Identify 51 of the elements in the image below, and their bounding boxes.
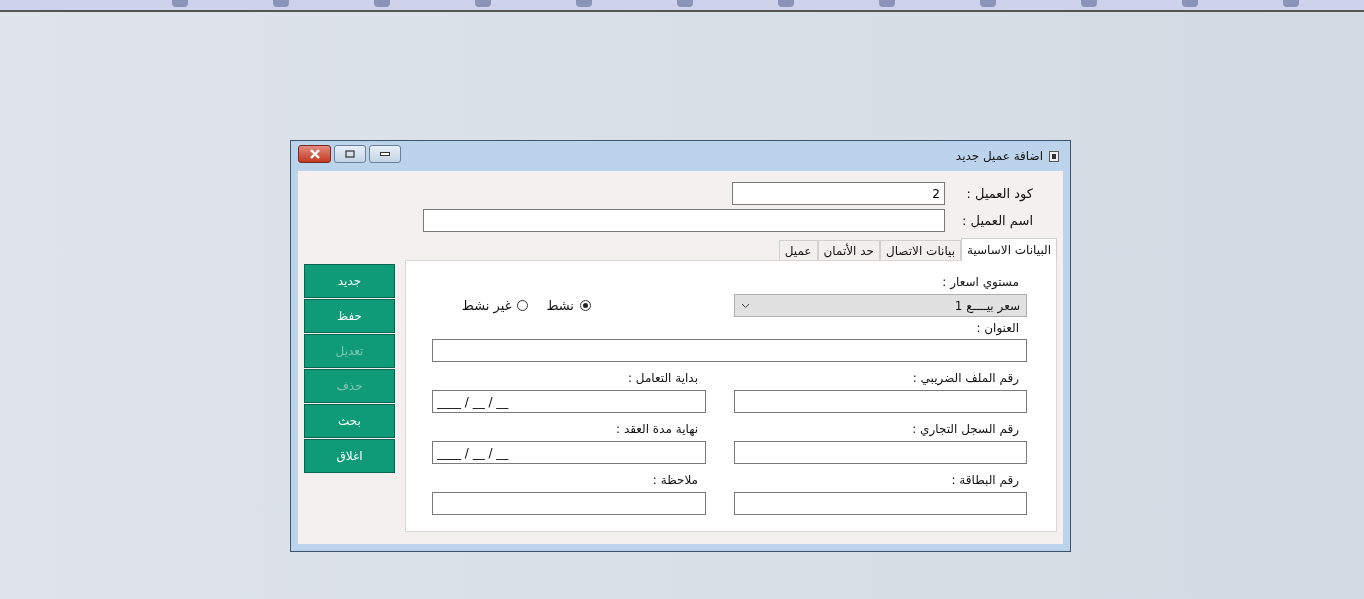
action-button[interactable]: اغلاق bbox=[304, 439, 395, 473]
tile-icon[interactable] bbox=[172, 0, 188, 7]
radio-option[interactable]: غير نشط bbox=[461, 298, 529, 313]
caret-icon bbox=[741, 302, 750, 309]
tile-icon[interactable] bbox=[879, 0, 895, 7]
field-label: كود العميل : bbox=[965, 186, 1033, 201]
tile-icon[interactable] bbox=[273, 0, 289, 7]
action-button[interactable]: جديد bbox=[304, 264, 395, 298]
tile-icon[interactable] bbox=[1182, 0, 1198, 7]
radio-option[interactable]: نشط bbox=[546, 298, 591, 313]
window-title: اضافة عميل جديد bbox=[955, 149, 1043, 163]
close-icon bbox=[308, 149, 321, 159]
restore-icon bbox=[345, 150, 355, 158]
field-label: مستوي اسعار : bbox=[941, 275, 1020, 291]
minimize-button[interactable] bbox=[369, 145, 401, 163]
input-field[interactable] bbox=[734, 390, 1027, 413]
tile-icon[interactable] bbox=[475, 0, 491, 7]
input-field[interactable] bbox=[734, 441, 1027, 464]
tab[interactable]: بيانات الاتصال bbox=[879, 240, 961, 260]
tile-icon[interactable] bbox=[1081, 0, 1097, 7]
minimize-icon bbox=[380, 152, 390, 156]
tab[interactable]: حد الأتمان bbox=[817, 240, 880, 260]
date-field[interactable]: ____ / __ / __ bbox=[432, 390, 706, 413]
input-field[interactable] bbox=[734, 492, 1027, 515]
tab[interactable]: البيانات الاساسية bbox=[961, 238, 1057, 261]
tile-icon[interactable] bbox=[677, 0, 693, 7]
action-button[interactable]: بحث bbox=[304, 404, 395, 438]
date-field[interactable]: ____ / __ / __ bbox=[432, 441, 706, 464]
input-field[interactable]: 2 bbox=[732, 182, 945, 205]
input-field[interactable] bbox=[432, 339, 1027, 362]
tile-icon[interactable] bbox=[374, 0, 390, 7]
field-label: ملاحظة : bbox=[651, 473, 699, 489]
field-label: بداية التعامل : bbox=[627, 371, 699, 387]
restore-button[interactable] bbox=[334, 145, 366, 163]
field-label: رقم السجل التجاري : bbox=[911, 422, 1020, 439]
field-label: اسم العميل : bbox=[961, 213, 1033, 228]
field-label: نهاية مدة العقد : bbox=[615, 422, 699, 438]
action-button[interactable]: حفظ bbox=[304, 299, 395, 333]
field-label: رقم البطاقة : bbox=[950, 473, 1020, 489]
dropdown[interactable]: سعر بيــــع 1 bbox=[734, 294, 1027, 317]
window-icon bbox=[1049, 150, 1059, 162]
tile-icon[interactable] bbox=[1283, 0, 1299, 7]
close-button[interactable] bbox=[298, 145, 331, 163]
tile-icon[interactable] bbox=[980, 0, 996, 7]
tile-icon[interactable] bbox=[576, 0, 592, 7]
tile-icon[interactable] bbox=[778, 0, 794, 7]
input-field[interactable] bbox=[432, 492, 706, 515]
field-label: العنوان : bbox=[975, 321, 1020, 338]
field-label: رقم الملف الضريبي : bbox=[911, 371, 1020, 388]
input-field[interactable] bbox=[423, 209, 945, 232]
tab[interactable]: عميل bbox=[778, 240, 818, 260]
